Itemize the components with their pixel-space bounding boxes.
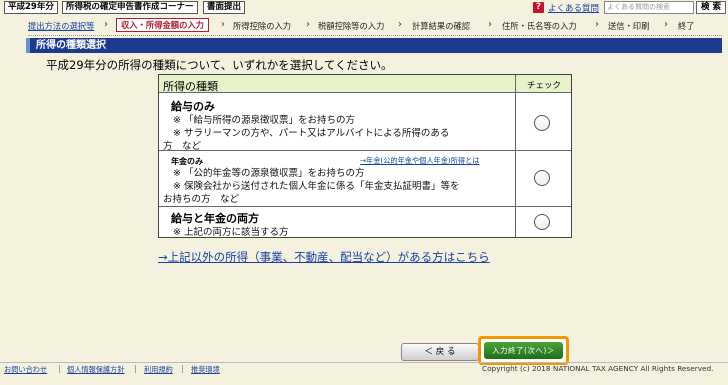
footer-divider — [0, 362, 728, 363]
option-pension-note: ※ 保険会社から送付された個人年金に係る「年金支払証明書」等を — [173, 181, 460, 192]
chevron-right-icon: › — [221, 19, 225, 30]
option-pension-note: お持ちの方 など — [163, 194, 240, 205]
back-button[interactable]: ＜ 戻 る — [401, 343, 479, 361]
chevron-right-icon: › — [398, 19, 402, 30]
footer-terms-link[interactable]: 利用規約 — [144, 365, 173, 375]
footer-privacy-link[interactable]: 個人情報保護方針 — [67, 365, 125, 375]
step-address-input: 住所・氏名等の入力 — [502, 21, 577, 31]
other-income-link[interactable]: →上記以外の所得（事業、不動産、配当など）がある方はこちら — [158, 249, 490, 265]
chevron-right-icon: › — [664, 19, 668, 30]
search-button[interactable]: 検 索 — [696, 1, 726, 14]
option-salary-note: ※ サラリーマンの方や、パート又はアルバイトによる所得のある — [173, 128, 450, 139]
step-send-print: 送信・印刷 — [608, 21, 650, 31]
footer-separator: | — [181, 364, 184, 373]
year-button[interactable]: 平成29年分 — [4, 1, 58, 14]
chevron-right-icon: › — [488, 19, 492, 30]
option-both-note: ※ 上記の両方に該当する方 — [173, 227, 289, 238]
question-mark-icon[interactable]: ? — [533, 2, 544, 13]
pension-info-link[interactable]: →年金(公的年金や個人年金)所得とは — [360, 156, 479, 166]
option-salary-note: 方 など — [163, 141, 202, 152]
next-button-highlight: 入力終了(次へ)＞ — [478, 336, 569, 365]
header-check: チェック — [526, 81, 561, 91]
radio-salary[interactable] — [534, 115, 550, 131]
chevron-right-icon: › — [104, 19, 108, 30]
radio-pension[interactable] — [534, 170, 550, 186]
steps-divider — [28, 35, 722, 36]
footer-separator: | — [134, 364, 137, 373]
section-title: 所得の種類選択 — [26, 38, 722, 53]
progress-steps: 提出方法の選択等 › 収入・所得金額の入力 › 所得控除の入力 › 税額控除等の… — [28, 18, 722, 35]
step-income-input: 収入・所得金額の入力 — [116, 18, 209, 32]
row-divider — [159, 206, 571, 207]
radio-both[interactable] — [534, 214, 550, 230]
table-header — [159, 75, 571, 93]
faq-link[interactable]: よくある質問 — [548, 2, 599, 14]
chevron-right-icon: › — [306, 19, 310, 30]
column-divider — [515, 75, 516, 237]
submit-button[interactable]: 書面提出 — [203, 1, 246, 14]
header-income-type: 所得の種類 — [163, 80, 218, 93]
chevron-right-icon: › — [595, 19, 599, 30]
footer-separator: | — [58, 364, 61, 373]
corner-button[interactable]: 所得税の確定申告書作成コーナー — [62, 1, 198, 14]
faq-area: ? よくある質問 — [533, 1, 599, 14]
step-tax-credit-input: 税額控除等の入力 — [318, 21, 385, 31]
step-result-check: 計算結果の確認 — [412, 21, 471, 31]
step-finish: 終了 — [678, 21, 695, 31]
option-pension-note: ※ 「公的年金等の源泉徴収票」をお持ちの方 — [173, 168, 365, 179]
option-salary-note: ※ 「給与所得の源泉徴収票」をお持ちの方 — [173, 115, 355, 126]
income-type-table: 所得の種類 チェック 給与のみ ※ 「給与所得の源泉徴収票」をお持ちの方 ※ サ… — [158, 74, 572, 238]
search-input[interactable]: よくある質問の検索 — [604, 1, 694, 14]
row-divider — [159, 150, 571, 151]
step-deduction-input: 所得控除の入力 — [233, 21, 292, 31]
footer-contact-link[interactable]: お問い合わせ — [4, 365, 47, 375]
next-button[interactable]: 入力終了(次へ)＞ — [484, 342, 563, 359]
footer-environment-link[interactable]: 推奨環境 — [191, 365, 220, 375]
step-submission-method[interactable]: 提出方法の選択等 — [28, 20, 94, 32]
instruction-text: 平成29年分の所得の種類について、いずれかを選択してください。 — [46, 58, 393, 72]
copyright-text: Copyright (c) 2018 NATIONAL TAX AGENCY A… — [482, 364, 714, 373]
top-bar: 平成29年分 所得税の確定申告書作成コーナー 書面提出 ? よくある質問 よくあ… — [0, 0, 728, 16]
